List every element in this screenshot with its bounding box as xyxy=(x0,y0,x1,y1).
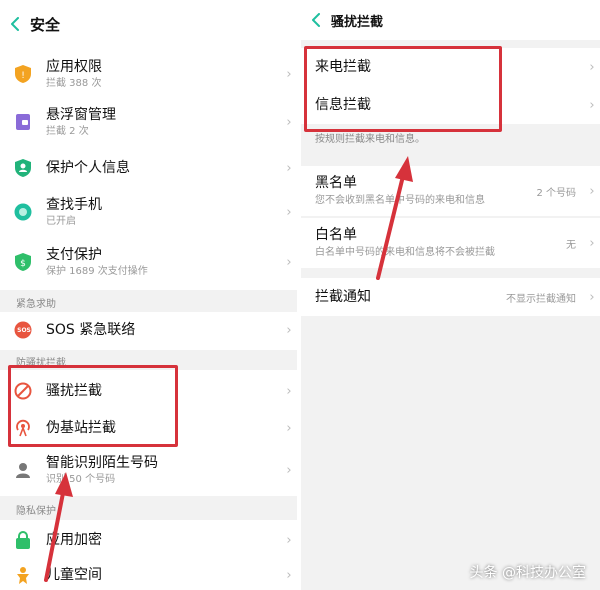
find-phone-item[interactable]: 查找手机 已开启 › xyxy=(0,190,297,234)
security-settings-panel: 安全 ! 应用权限 拦截 388 次 › 悬浮窗管理 拦截 2 次 › 保护个人… xyxy=(0,0,297,590)
whitelist-item[interactable]: 白名单 白名单中号码的来电和信息将不会被拦截 无 › xyxy=(301,218,600,268)
item-subtitle: 识别 50 个号码 xyxy=(46,473,116,485)
item-subtitle: 拦截 388 次 xyxy=(46,77,102,89)
smart-identify-item[interactable]: 智能识别陌生号码 识别 50 个号码 › xyxy=(0,448,297,492)
app-permissions-item[interactable]: ! 应用权限 拦截 388 次 › xyxy=(0,52,297,96)
section-label: 隐私保护 xyxy=(16,506,56,517)
sos-icon-text: SOS xyxy=(17,326,31,334)
item-subtitle: 白名单中号码的来电和信息将不会被拦截 xyxy=(315,247,495,258)
page-title: 骚扰拦截 xyxy=(331,14,384,30)
user-icon xyxy=(16,463,30,478)
svg-text:$: $ xyxy=(20,259,26,269)
floating-window-item[interactable]: 悬浮窗管理 拦截 2 次 › xyxy=(0,100,297,144)
highlight-box-harassment xyxy=(8,365,178,447)
protect-personal-info-item[interactable]: 保护个人信息 › xyxy=(0,148,297,188)
block-notification-item[interactable]: 拦截通知 不显示拦截通知 › xyxy=(301,278,600,316)
back-arrow-icon xyxy=(312,13,320,27)
highlight-box-call-message xyxy=(304,46,502,132)
chevron-right-icon: › xyxy=(286,204,292,220)
item-label: 查找手机 xyxy=(46,196,102,213)
payment-shield-icon: $ xyxy=(15,253,31,271)
chevron-right-icon: › xyxy=(286,567,292,583)
chevron-right-icon: › xyxy=(589,235,595,251)
kids-space-item[interactable]: 儿童空间 › xyxy=(0,558,297,590)
chevron-right-icon: › xyxy=(589,97,595,113)
item-value: 不显示拦截通知 xyxy=(506,293,576,305)
item-label: 保护个人信息 xyxy=(46,160,130,176)
section-privacy: 隐私保护 xyxy=(0,496,297,520)
section-label: 紧急求助 xyxy=(16,299,56,310)
chevron-right-icon: › xyxy=(286,160,292,176)
lock-icon xyxy=(16,531,30,549)
blacklist-item[interactable]: 黑名单 您不会收到黑名单中号码的来电和信息 2 个号码 › xyxy=(301,166,600,216)
page-title: 安全 xyxy=(30,15,61,34)
rule-note: 按规则拦截来电和信息。 xyxy=(315,134,425,145)
chevron-right-icon: › xyxy=(286,462,292,478)
item-label: 黑名单 xyxy=(315,175,357,191)
item-label: 白名单 xyxy=(315,227,357,243)
item-label: 应用加密 xyxy=(46,532,102,548)
item-subtitle: 保护 1689 次支付操作 xyxy=(46,265,148,277)
svg-text:!: ! xyxy=(21,71,25,81)
back-arrow-icon xyxy=(11,17,19,31)
item-value: 无 xyxy=(566,239,576,251)
chevron-right-icon: › xyxy=(286,254,292,270)
item-subtitle: 您不会收到黑名单中号码的来电和信息 xyxy=(315,195,485,206)
child-icon xyxy=(17,567,29,584)
payment-protection-item[interactable]: $ 支付保护 保护 1689 次支付操作 › xyxy=(0,240,297,284)
harassment-block-panel: 骚扰拦截 来电拦截 › 信息拦截 › 按规则拦截来电和信息。 黑名单 您不会收到… xyxy=(301,0,600,590)
shield-icon: ! xyxy=(15,65,31,83)
item-label: 支付保护 xyxy=(46,246,102,263)
back-button[interactable] xyxy=(301,13,331,27)
item-label: 悬浮窗管理 xyxy=(46,106,116,123)
chevron-right-icon: › xyxy=(286,66,292,82)
watermark: 头条 @科技办公室 xyxy=(469,565,586,581)
chevron-right-icon: › xyxy=(589,59,595,75)
item-subtitle: 已开启 xyxy=(46,215,76,227)
item-subtitle: 拦截 2 次 xyxy=(46,125,89,137)
floating-window-icon xyxy=(16,114,30,130)
chevron-right-icon: › xyxy=(286,420,292,436)
chevron-right-icon: › xyxy=(286,114,292,130)
item-label: 拦截通知 xyxy=(315,289,371,305)
back-button[interactable] xyxy=(0,17,30,31)
find-phone-icon xyxy=(14,203,32,221)
item-label: SOS 紧急联络 xyxy=(46,322,136,338)
security-top-bar: 安全 xyxy=(0,0,297,48)
item-label: 智能识别陌生号码 xyxy=(46,454,158,471)
section-emergency: 紧急求助 xyxy=(0,290,297,312)
chevron-right-icon: › xyxy=(286,532,292,548)
chevron-right-icon: › xyxy=(589,289,595,305)
item-value: 2 个号码 xyxy=(536,187,576,199)
item-label: 应用权限 xyxy=(46,58,102,75)
sos-emergency-item[interactable]: SOS SOS 紧急联络 › xyxy=(0,312,297,348)
chevron-right-icon: › xyxy=(589,183,595,199)
person-shield-icon xyxy=(15,159,31,177)
harassment-top-bar: 骚扰拦截 xyxy=(301,0,600,40)
chevron-right-icon: › xyxy=(286,322,292,338)
chevron-right-icon: › xyxy=(286,383,292,399)
app-encryption-item[interactable]: 应用加密 › xyxy=(0,522,297,558)
item-label: 儿童空间 xyxy=(46,567,102,583)
